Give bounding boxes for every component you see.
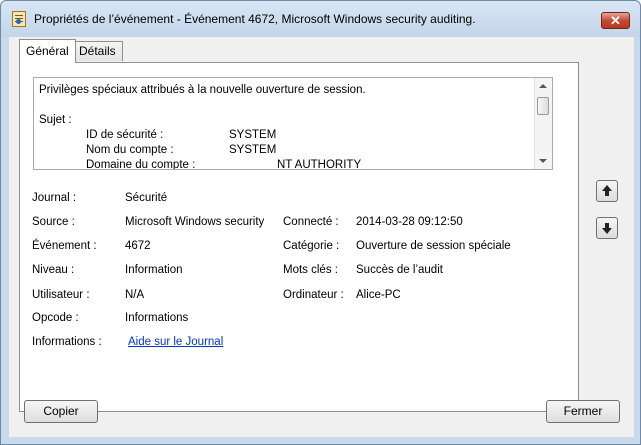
user-value: N/A: [125, 289, 145, 301]
event-properties-window: Propriétés de l’événement - Événement 46…: [0, 0, 641, 445]
previous-event-button[interactable]: [596, 180, 618, 202]
window-title: Propriétés de l’événement - Événement 46…: [34, 12, 476, 26]
next-event-button[interactable]: [596, 217, 618, 239]
opcode-label: Opcode :: [32, 312, 79, 324]
source-label: Source :: [32, 216, 75, 228]
level-value: Information: [125, 264, 183, 276]
general-tab-panel: Privilèges spéciaux attribués à la nouve…: [19, 62, 579, 412]
journal-label: Journal :: [32, 192, 77, 204]
description-scrollbar[interactable]: [534, 78, 552, 169]
account-domain-value: NT AUTHORITY: [277, 159, 362, 170]
account-domain-label: Domaine du compte :: [86, 159, 196, 170]
account-name-value: SYSTEM: [229, 144, 277, 156]
event-viewer-icon: [12, 11, 26, 27]
close-icon: ✕: [610, 13, 621, 28]
event-description-box[interactable]: Privilèges spéciaux attribués à la nouve…: [33, 77, 553, 170]
account-name-label: Nom du compte :: [86, 144, 174, 156]
close-window-button[interactable]: ✕: [601, 12, 630, 29]
journal-value: Sécurité: [125, 192, 168, 204]
event-id-label: Événement :: [32, 240, 97, 252]
computer-label: Ordinateur :: [283, 289, 344, 301]
scrollbar-thumb[interactable]: [537, 97, 549, 115]
computer-value: Alice-PC: [356, 289, 401, 301]
event-description-text: Privilèges spéciaux attribués à la nouve…: [39, 83, 534, 170]
dialog-client-area: Général Détails Privilèges spéciaux attr…: [9, 37, 634, 437]
scroll-down-arrow-icon[interactable]: [539, 159, 547, 163]
security-id-value: SYSTEM: [229, 129, 277, 141]
tab-general[interactable]: Général: [19, 39, 76, 63]
close-button[interactable]: Fermer: [546, 400, 620, 423]
keywords-label: Mots clés :: [283, 264, 338, 276]
category-value: Ouverture de session spéciale: [356, 240, 511, 252]
title-bar[interactable]: Propriétés de l’événement - Événement 46…: [1, 1, 640, 37]
security-id-label: ID de sécurité :: [86, 129, 164, 141]
category-label: Catégorie :: [283, 240, 340, 252]
copy-button[interactable]: Copier: [24, 400, 98, 423]
logged-value: 2014-03-28 09:12:50: [356, 216, 463, 228]
description-line: Privilèges spéciaux attribués à la nouve…: [39, 84, 366, 96]
subject-label: Sujet :: [39, 114, 72, 126]
level-label: Niveau :: [32, 264, 75, 276]
more-info-label: Informations :: [32, 336, 102, 348]
event-id-value: 4672: [125, 240, 151, 252]
logged-label: Connecté :: [283, 216, 339, 228]
user-label: Utilisateur :: [32, 289, 90, 301]
opcode-value: Informations: [125, 312, 189, 324]
keywords-value: Succès de l’audit: [356, 264, 443, 276]
scroll-up-arrow-icon[interactable]: [539, 84, 547, 88]
source-value: Microsoft Windows security: [125, 216, 265, 228]
event-log-help-link[interactable]: Aide sur le Journal: [128, 336, 223, 348]
tab-details[interactable]: Détails: [72, 41, 123, 61]
